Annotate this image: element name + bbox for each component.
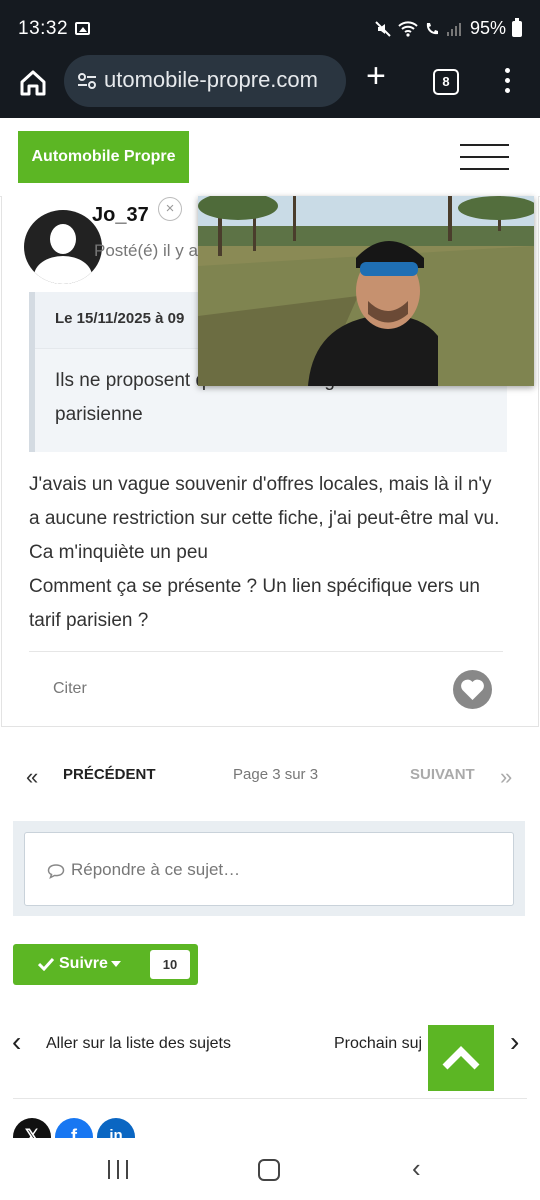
post-date: Posté(é) il y a bbox=[94, 241, 198, 260]
page-indicator[interactable]: Page 3 sur 3 bbox=[233, 766, 318, 783]
quote-header-text: Le 15/11/2025 à 09 bbox=[55, 310, 185, 327]
url-text: utomobile-propre.com bbox=[104, 67, 318, 92]
home-icon[interactable] bbox=[16, 66, 50, 100]
status-icons: 95% bbox=[374, 17, 522, 39]
divider bbox=[13, 1098, 527, 1099]
speech-bubble-icon bbox=[47, 864, 65, 879]
battery-icon bbox=[512, 17, 522, 37]
battery-percent: 95% bbox=[469, 18, 506, 38]
divider bbox=[29, 651, 503, 652]
follow-label: Suivre bbox=[59, 955, 108, 972]
follower-count: 10 bbox=[150, 950, 190, 979]
hamburger-menu-icon[interactable] bbox=[460, 144, 509, 180]
site-settings-icon[interactable] bbox=[76, 71, 98, 91]
home-button-icon[interactable] bbox=[258, 1159, 280, 1181]
next-topic-link[interactable]: Prochain suj bbox=[334, 1035, 422, 1053]
pagination: « PRÉCÉDENT Page 3 sur 3 SUIVANT » bbox=[0, 750, 540, 800]
quote-button[interactable]: Citer bbox=[53, 680, 87, 698]
wifi-icon bbox=[398, 20, 418, 37]
caret-down-icon bbox=[111, 961, 121, 967]
post-author[interactable]: Jo_37 bbox=[92, 204, 149, 227]
more-menu-icon[interactable] bbox=[505, 68, 511, 98]
tab-switcher-button[interactable]: 8 bbox=[433, 69, 459, 95]
close-icon[interactable]: × bbox=[158, 197, 182, 221]
site-header: Automobile Propre bbox=[0, 118, 540, 197]
previous-page-link[interactable]: PRÉCÉDENT bbox=[63, 766, 156, 783]
video-frame bbox=[198, 196, 534, 386]
system-navigation-bar: ‹ bbox=[0, 1138, 540, 1200]
avatar[interactable] bbox=[24, 210, 102, 284]
clock: 13:32 bbox=[18, 18, 69, 39]
double-chevron-right-icon: » bbox=[500, 764, 513, 789]
post-body: J'avais un vague souvenir d'offres local… bbox=[29, 468, 505, 638]
reply-area: Répondre à ce sujet… bbox=[13, 821, 525, 916]
post-paragraph: Comment ça se présente ? Un lien spécifi… bbox=[29, 576, 480, 631]
topic-list-link[interactable]: Aller sur la liste des sujets bbox=[46, 1035, 231, 1053]
next-page-link: SUIVANT bbox=[410, 766, 475, 783]
like-button[interactable] bbox=[453, 670, 492, 709]
heart-icon bbox=[461, 679, 484, 700]
scroll-to-top-button[interactable] bbox=[428, 1025, 494, 1091]
floating-video-player[interactable] bbox=[198, 196, 534, 386]
chevron-up-icon bbox=[442, 1046, 480, 1070]
address-bar[interactable]: utomobile-propre.com bbox=[64, 55, 346, 107]
browser-toolbar: utomobile-propre.com + 8 bbox=[0, 55, 540, 118]
site-logo[interactable]: Automobile Propre bbox=[18, 131, 189, 183]
chevron-left-icon[interactable]: ‹ bbox=[12, 1026, 21, 1058]
back-icon[interactable]: ‹ bbox=[412, 1153, 421, 1184]
reply-placeholder: Répondre à ce sujet… bbox=[71, 860, 241, 879]
reply-input[interactable]: Répondre à ce sujet… bbox=[24, 832, 514, 906]
post-paragraph: J'avais un vague souvenir d'offres local… bbox=[29, 474, 500, 563]
check-icon bbox=[38, 957, 54, 971]
chevron-right-icon[interactable]: › bbox=[510, 1026, 519, 1058]
recent-apps-icon[interactable] bbox=[106, 1160, 130, 1180]
signal-icon bbox=[446, 22, 461, 36]
follow-button[interactable]: Suivre 10 bbox=[13, 944, 198, 985]
wifi-call-icon bbox=[426, 22, 438, 34]
double-chevron-left-icon[interactable]: « bbox=[26, 764, 38, 790]
status-bar: 13:32 95% bbox=[0, 0, 540, 58]
new-tab-button[interactable]: + bbox=[366, 57, 386, 96]
mute-icon bbox=[375, 20, 391, 37]
gallery-notification-icon bbox=[75, 22, 90, 35]
